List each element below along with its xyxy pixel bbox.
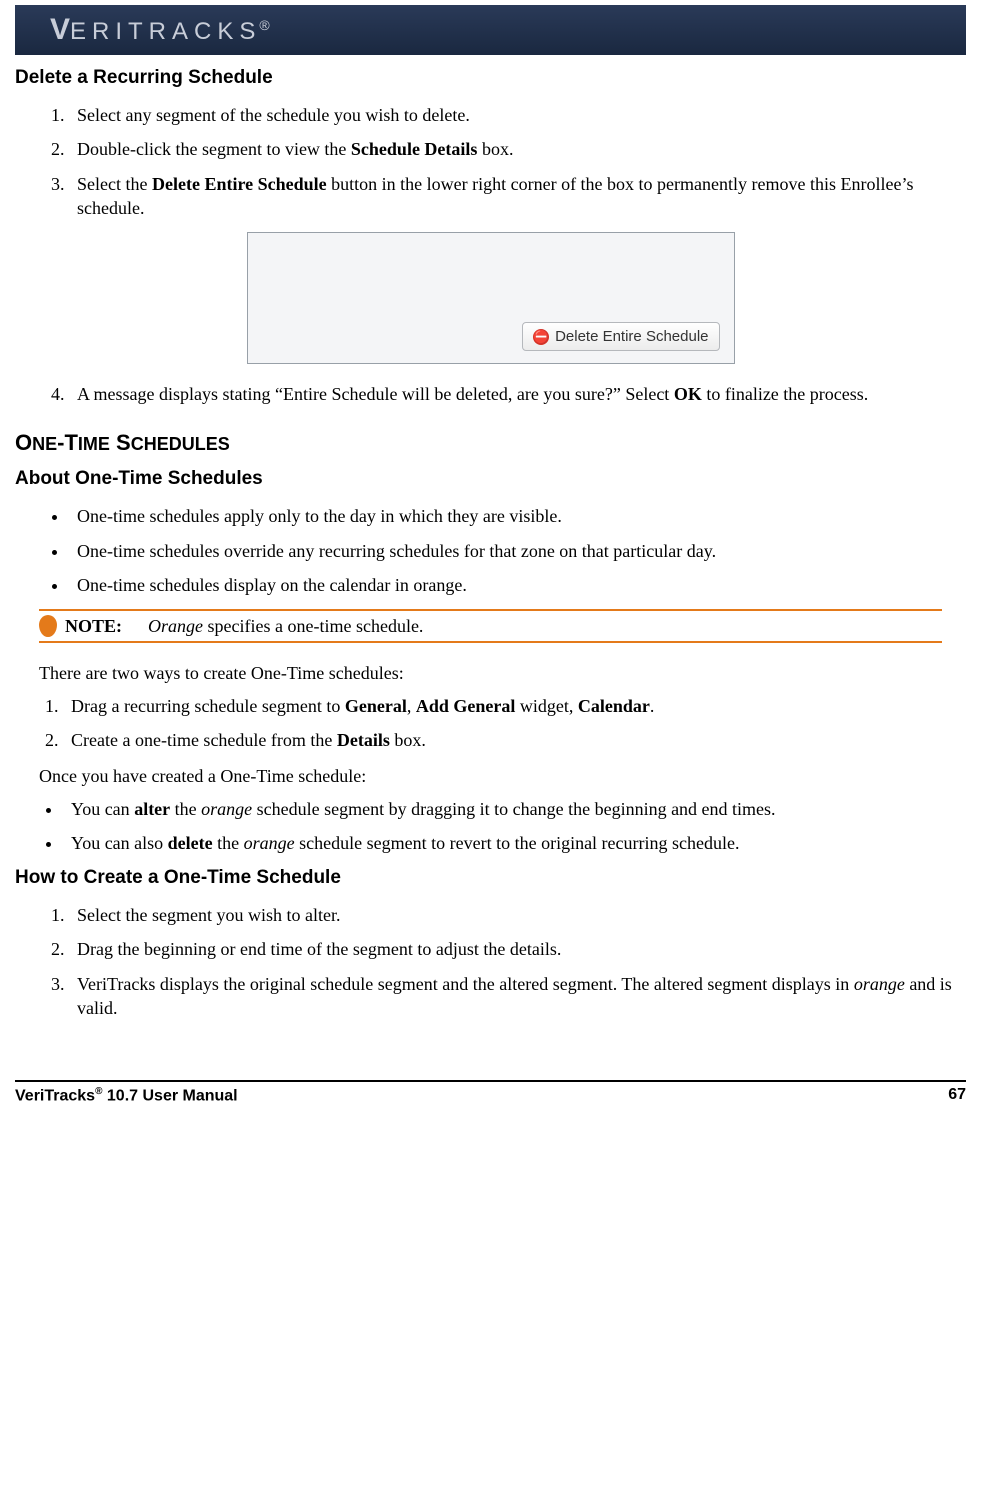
- list-item: VeriTracks displays the original schedul…: [69, 972, 966, 1021]
- delete-entire-schedule-button[interactable]: ⛔ Delete Entire Schedule: [522, 322, 719, 351]
- list-item: One-time schedules display on the calend…: [69, 573, 966, 597]
- subsection-howto-title: How to Create a One-Time Schedule: [15, 867, 966, 889]
- ways-intro: There are two ways to create One-Time sc…: [39, 661, 966, 685]
- brand-logo-reg: ®: [259, 17, 275, 33]
- footer-page-number: 67: [948, 1086, 966, 1105]
- list-item: One-time schedules override any recurrin…: [69, 539, 966, 563]
- brand-logo-rest: ERITRACKS: [70, 18, 261, 45]
- list-item: Select any segment of the schedule you w…: [69, 103, 966, 127]
- list-item: You can alter the orange schedule segmen…: [63, 797, 966, 821]
- list-item: Drag a recurring schedule segment to Gen…: [63, 694, 966, 718]
- note-badge-icon: [39, 615, 57, 637]
- ways-list: Drag a recurring schedule segment to Gen…: [39, 694, 966, 753]
- list-item: You can also delete the orange schedule …: [63, 831, 966, 855]
- section-heading-one-time: ONE-TIME SCHEDULES: [15, 430, 966, 456]
- delete-icon: ⛔: [533, 329, 549, 345]
- screenshot-panel: ⛔ Delete Entire Schedule: [247, 232, 735, 364]
- after-bullets: You can alter the orange schedule segmen…: [39, 797, 966, 856]
- about-bullets: One-time schedules apply only to the day…: [45, 504, 966, 597]
- brand-logo: VERITRACKS®: [50, 13, 276, 47]
- screenshot-delete-schedule: ⛔ Delete Entire Schedule: [247, 232, 735, 364]
- list-item: A message displays stating “Entire Sched…: [69, 382, 966, 406]
- note-text: Orange specifies a one-time schedule.: [148, 616, 423, 637]
- after-intro: Once you have created a One-Time schedul…: [39, 764, 966, 788]
- list-item: Select the segment you wish to alter.: [69, 903, 966, 927]
- footer-left: VeriTracks® 10.7 User Manual: [15, 1086, 238, 1105]
- note-label: NOTE:: [65, 616, 122, 637]
- list-item: One-time schedules apply only to the day…: [69, 504, 966, 528]
- list-item: Select the Delete Entire Schedule button…: [69, 172, 966, 221]
- subsection-about-title: About One-Time Schedules: [15, 468, 966, 490]
- delete-steps-list-b: A message displays stating “Entire Sched…: [45, 382, 966, 406]
- delete-steps-list-a: Select any segment of the schedule you w…: [45, 103, 966, 220]
- brand-header: VERITRACKS®: [15, 5, 966, 55]
- list-item: Create a one-time schedule from the Deta…: [63, 728, 966, 752]
- howto-steps: Select the segment you wish to alter. Dra…: [45, 903, 966, 1020]
- section-title-delete: Delete a Recurring Schedule: [15, 67, 966, 89]
- page-footer: VeriTracks® 10.7 User Manual 67: [15, 1080, 966, 1105]
- brand-logo-initial: V: [50, 13, 70, 46]
- note-callout: NOTE: Orange specifies a one-time schedu…: [39, 609, 942, 643]
- delete-button-label: Delete Entire Schedule: [555, 328, 708, 345]
- list-item: Drag the beginning or end time of the se…: [69, 937, 966, 961]
- list-item: Double-click the segment to view the Sch…: [69, 137, 966, 161]
